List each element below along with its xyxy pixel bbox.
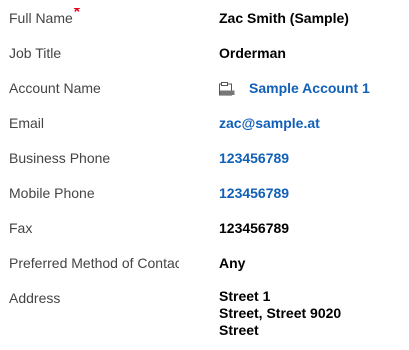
mobile-phone-label: Mobile Phone bbox=[9, 185, 95, 201]
business-phone-link[interactable]: 123456789 bbox=[219, 148, 289, 168]
preferred-method-value[interactable]: Any bbox=[219, 253, 245, 273]
contact-form: Full Name* Zac Smith (Sample) Job Title … bbox=[0, 0, 409, 350]
fax-value[interactable]: 123456789 bbox=[219, 218, 289, 238]
field-label: Full Name* bbox=[9, 8, 204, 29]
fax-label: Fax bbox=[9, 220, 33, 236]
email-label: Email bbox=[9, 115, 45, 131]
address-label: Address bbox=[9, 290, 61, 306]
mobile-phone-link[interactable]: 123456789 bbox=[219, 183, 289, 203]
full-name-value[interactable]: Zac Smith (Sample) bbox=[219, 8, 349, 28]
account-name-value-container: Sample Account 1 bbox=[219, 78, 370, 98]
full-name-label-text: Full Name bbox=[9, 10, 73, 26]
address-line-1: Street 1 bbox=[219, 288, 271, 304]
account-name-link[interactable]: Sample Account 1 bbox=[249, 78, 370, 98]
address-line-2: Street, Street 9020 bbox=[219, 305, 342, 321]
job-title-value[interactable]: Orderman bbox=[219, 43, 286, 63]
business-phone-label: Business Phone bbox=[9, 150, 111, 166]
email-link[interactable]: zac@sample.at bbox=[219, 113, 320, 133]
account-name-label: Account Name bbox=[9, 80, 101, 96]
address-value[interactable]: Street 1 Street, Street 9020 Street bbox=[219, 288, 341, 339]
account-icon bbox=[219, 82, 235, 96]
job-title-label: Job Title bbox=[9, 45, 62, 61]
preferred-method-label: Preferred Method of Contact bbox=[9, 255, 179, 271]
address-line-3: Street bbox=[219, 322, 259, 338]
required-indicator: * bbox=[73, 8, 81, 21]
